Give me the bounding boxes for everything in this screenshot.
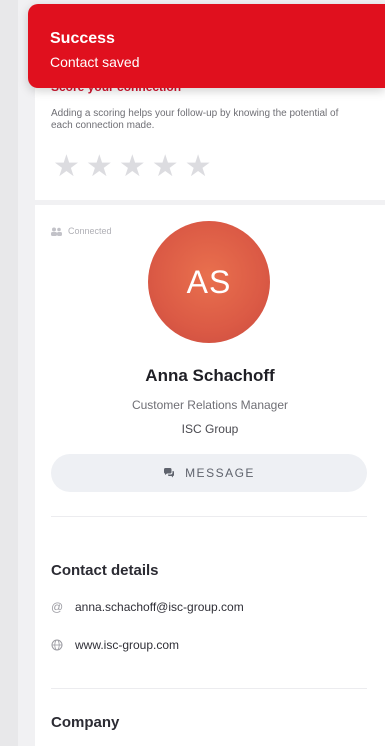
connection-status-label: Connected — [68, 226, 112, 236]
avatar: AS — [148, 221, 270, 343]
contact-company: ISC Group — [181, 422, 239, 436]
star-icon-2[interactable]: ★ — [86, 152, 113, 182]
toast-message: Contact saved — [50, 54, 140, 70]
message-button[interactable]: MESSAGE — [51, 454, 367, 492]
company-section-title: Company — [51, 714, 120, 731]
website-value[interactable]: www.isc-group.com — [75, 638, 179, 652]
contact-name: Anna Schachoff — [145, 366, 275, 385]
email-icon: @ — [51, 600, 64, 614]
avatar-initials: AS — [186, 263, 232, 300]
toast-title: Success — [50, 30, 115, 47]
divider — [51, 516, 367, 517]
globe-icon — [51, 639, 63, 651]
success-toast[interactable]: Success Contact saved — [28, 4, 385, 88]
divider — [51, 688, 367, 689]
email-row[interactable]: @ anna.schachoff@isc-group.com — [51, 600, 244, 614]
star-icon-5[interactable]: ★ — [185, 152, 212, 182]
people-icon — [51, 227, 62, 236]
star-icon-4[interactable]: ★ — [152, 152, 179, 182]
contact-details-title: Contact details — [51, 562, 159, 579]
star-icon-3[interactable]: ★ — [119, 152, 146, 182]
connection-status: Connected — [50, 226, 112, 236]
website-row[interactable]: www.isc-group.com — [51, 638, 179, 652]
message-button-label: MESSAGE — [185, 466, 255, 480]
email-value[interactable]: anna.schachoff@isc-group.com — [75, 600, 244, 614]
scoring-description: Adding a scoring helps your follow-up by… — [51, 108, 339, 131]
star-icon-1[interactable]: ★ — [53, 152, 80, 182]
contact-job-title: Customer Relations Manager — [131, 398, 289, 412]
star-rating[interactable]: ★ ★ ★ ★ ★ — [53, 152, 212, 182]
chat-icon — [164, 468, 175, 478]
